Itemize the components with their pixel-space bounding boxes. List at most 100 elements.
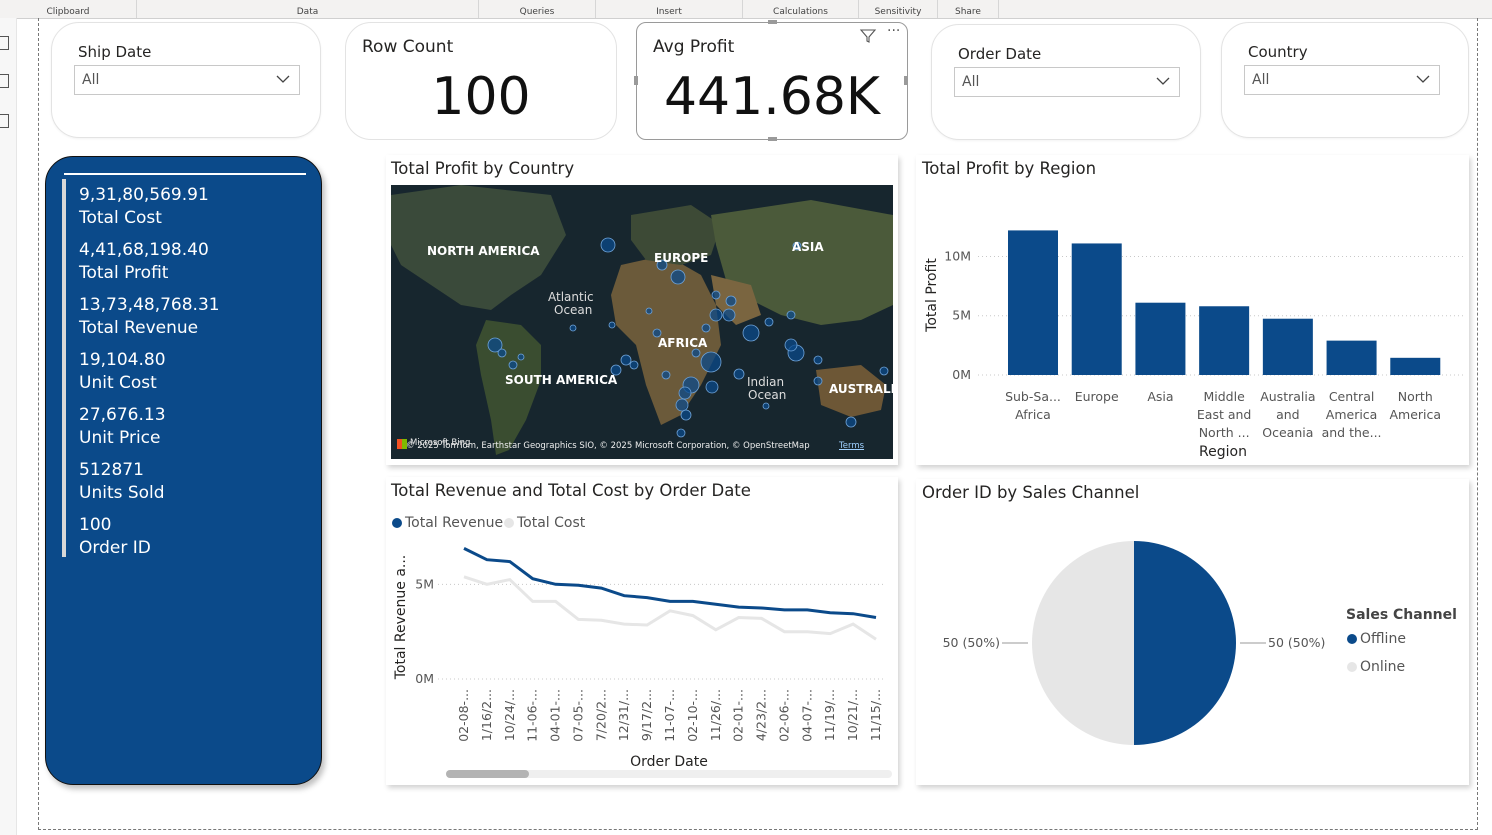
country-bubble	[733, 368, 745, 380]
y-tick-label: 0M	[952, 367, 971, 382]
order-id-by-sales-channel-chart[interactable]: Order ID by Sales Channel 50 (50%) 50 (50…	[916, 479, 1469, 785]
kpi-value: 100	[79, 515, 112, 535]
y-tick-label: 10M	[944, 248, 971, 263]
map-label-atlantic: Atlantic	[548, 290, 594, 304]
kpi-value: 4,41,68,198.40	[79, 240, 209, 260]
country-bubble	[661, 370, 671, 380]
chevron-down-icon	[1416, 75, 1430, 83]
resize-handle[interactable]	[904, 76, 908, 85]
x-tick-label: 7/20/2...	[593, 689, 608, 741]
ship-date-dropdown[interactable]: All	[74, 65, 300, 95]
pie-slice	[1032, 541, 1134, 745]
revenue-cost-line-chart[interactable]: Total Revenue and Total Cost by Order Da…	[386, 477, 898, 785]
scrollbar-thumb[interactable]	[446, 770, 529, 778]
country-bubble	[722, 308, 736, 322]
kpi-item-total-cost: 9,31,80,569.91 Total Cost	[79, 185, 209, 228]
country-bubble	[676, 428, 686, 438]
map-terms-link[interactable]: Terms	[839, 441, 864, 451]
x-tick-label: 1/16/2...	[479, 689, 494, 741]
resize-handle[interactable]	[768, 20, 777, 24]
legend-item-online[interactable]: Online	[1347, 659, 1405, 675]
country-bubble	[845, 416, 857, 428]
kpi-label: Total Revenue	[79, 318, 199, 338]
country-bubble	[517, 353, 525, 361]
bar	[1199, 306, 1250, 375]
ribbon-group-clipboard[interactable]: Clipboard	[0, 0, 137, 18]
country-bubble	[508, 360, 518, 370]
chevron-down-icon	[276, 75, 290, 83]
filter-icon[interactable]	[859, 28, 877, 44]
x-tick-label: 02-01-...	[731, 689, 746, 742]
legend-item-offline[interactable]: Offline	[1347, 631, 1406, 647]
map-label-ocean: Ocean	[748, 388, 787, 402]
kpi-value: 13,73,48,768.31	[79, 295, 220, 315]
country-bubble	[879, 366, 889, 376]
x-tick-label: 10/24/...	[502, 689, 517, 741]
country-bubble	[711, 290, 721, 300]
table-view-icon[interactable]	[0, 74, 9, 88]
y-tick-label: 5M	[415, 576, 434, 591]
horizontal-scrollbar[interactable]	[446, 770, 892, 778]
x-tick-label: Oceania	[1262, 425, 1313, 440]
x-tick-label: 04-01-...	[548, 689, 563, 742]
card-value: 100	[431, 67, 531, 127]
map-attribution[interactable]: © 2025 TomTom, Earthstar Geographics SIO…	[406, 441, 810, 451]
resize-handle[interactable]	[634, 76, 638, 85]
ribbon-group-calculations[interactable]: Calculations	[743, 0, 859, 18]
kpi-value: 27,676.13	[79, 405, 166, 425]
x-tick-label: 02-08-...	[456, 689, 471, 742]
order-date-dropdown[interactable]: All	[954, 67, 1180, 97]
map-label-south-america: SOUTH AMERICA	[505, 373, 618, 387]
x-tick-label: 02-10-...	[685, 689, 700, 742]
bar-chart-svg: 0M 5M 10M Sub-Sa... Africa Europe Asia Middle Ea…	[924, 230, 1466, 460]
kpi-label: Total Profit	[79, 263, 169, 283]
y-axis-title: Total Profit	[924, 258, 940, 333]
country-bubble	[600, 237, 616, 253]
order-date-slicer: Order Date All	[931, 24, 1201, 140]
ribbon-group-queries[interactable]: Queries	[479, 0, 596, 18]
country-dropdown[interactable]: All	[1244, 65, 1440, 95]
x-tick-label: 11/19/...	[822, 689, 837, 741]
x-tick-label: and the...	[1322, 425, 1382, 440]
map-bubbles	[386, 185, 898, 459]
kpi-value: 512871	[79, 460, 144, 480]
accent-bar	[62, 179, 66, 557]
x-tick-label: 11-07-...	[662, 689, 677, 742]
kpi-multirow-card[interactable]: 9,31,80,569.91 Total Cost 4,41,68,198.40…	[45, 156, 322, 785]
row-count-card[interactable]: Row Count 100	[345, 22, 617, 140]
x-tick-label: and	[1276, 407, 1300, 422]
profit-by-region-chart[interactable]: Total Profit by Region 0M 5M 10M Sub-Sa... A…	[916, 155, 1469, 465]
ribbon-group-data[interactable]: Data	[137, 0, 479, 18]
country-bubble	[680, 409, 692, 421]
bar	[1262, 318, 1313, 375]
x-tick-label: Central	[1329, 389, 1375, 404]
y-axis-title: Total Revenue a...	[393, 555, 409, 681]
country-bubble	[701, 323, 711, 333]
ribbon-group-share[interactable]: Share	[938, 0, 999, 18]
profit-by-country-map[interactable]: Total Profit by Country NORTH AMERICA EU…	[386, 155, 898, 465]
series-line	[463, 575, 877, 641]
ribbon-group-sensitivity[interactable]: Sensitivity	[859, 0, 938, 18]
more-options-icon[interactable]: ···	[887, 23, 900, 39]
model-view-icon[interactable]	[0, 114, 9, 128]
ribbon-group-insert[interactable]: Insert	[596, 0, 743, 18]
avg-profit-card[interactable]: Avg Profit 441.68K ···	[634, 20, 908, 141]
x-tick-label: 02-06-...	[776, 689, 791, 742]
resize-handle[interactable]	[768, 137, 777, 141]
x-tick-label: 07-05-...	[570, 689, 585, 742]
country-bubble	[670, 269, 686, 285]
map-label-europe: EUROPE	[654, 251, 709, 265]
data-label: 50 (50%)	[1268, 635, 1325, 650]
card-title: Row Count	[362, 37, 454, 57]
country-bubble	[762, 402, 770, 410]
map-label-australia: AUSTRALI	[829, 382, 896, 396]
card-title: Avg Profit	[653, 37, 735, 57]
card-value: 441.68K	[663, 67, 881, 127]
x-tick-label: 11/15/...	[868, 689, 883, 741]
x-tick-label: 11-06-...	[525, 689, 540, 742]
country-bubble	[786, 310, 796, 320]
kpi-item-units-sold: 512871 Units Sold	[79, 460, 165, 503]
kpi-item-total-revenue: 13,73,48,768.31 Total Revenue	[79, 295, 220, 338]
x-tick-label: East and	[1197, 407, 1251, 422]
report-view-icon[interactable]	[0, 36, 9, 50]
